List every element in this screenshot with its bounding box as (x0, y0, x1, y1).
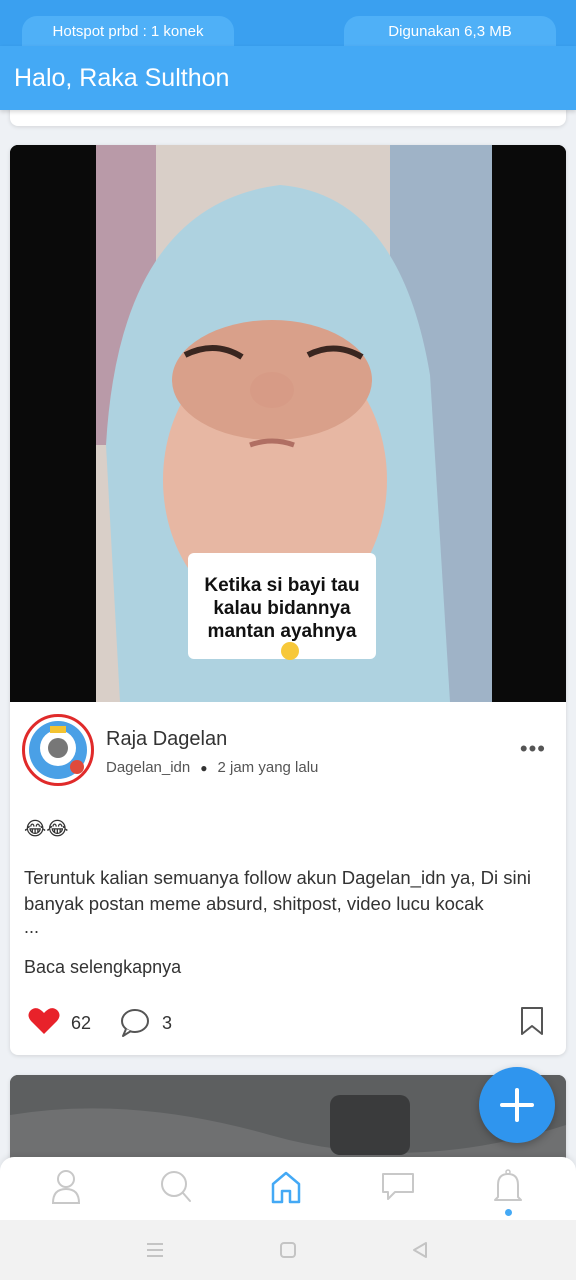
search-icon[interactable] (156, 1167, 196, 1207)
bottom-navigation (0, 1157, 576, 1220)
bell-icon[interactable] (488, 1167, 528, 1207)
image-caption-line-3: mantan ayahnya (208, 621, 357, 642)
post-card[interactable]: Ketika si bayi tau kalau bidannya mantan… (10, 145, 566, 1055)
like-count: 62 (71, 1013, 92, 1033)
author-name[interactable]: Raja Dagelan (106, 728, 227, 751)
greeting-title: Halo, Raka Sulthon (14, 63, 230, 92)
post-meta: Dagelan_idn ● 2 jam yang lalu (106, 759, 318, 776)
author-avatar[interactable] (22, 714, 94, 786)
meta-separator: ● (200, 760, 208, 775)
app-header: Halo, Raka Sulthon (0, 46, 576, 110)
post-emoji: 😂😂 (24, 819, 69, 840)
notification-dot (505, 1209, 512, 1216)
comment-icon[interactable] (120, 1009, 150, 1042)
chat-icon[interactable] (378, 1167, 418, 1207)
like-icon[interactable] (28, 1007, 60, 1040)
image-caption-line-2: kalau bidannya (213, 598, 351, 619)
bookmark-icon[interactable] (520, 1007, 544, 1040)
home-system-icon[interactable] (276, 1238, 300, 1262)
post-ellipsis: ... (24, 917, 40, 937)
plus-icon (500, 1088, 534, 1122)
status-strip: Hotspot prbd : 1 konek Digunakan 6,3 MB (0, 0, 576, 46)
add-post-button[interactable] (479, 1067, 555, 1143)
more-options-icon[interactable]: ••• (520, 736, 546, 762)
image-caption-line-1: Ketika si bayi tau (204, 575, 359, 596)
author-username[interactable]: Dagelan_idn (106, 759, 190, 776)
post-time: 2 jam yang lalu (217, 759, 319, 776)
hotspot-status: Hotspot prbd : 1 konek (22, 16, 234, 46)
post-author-row: Raja Dagelan Dagelan_idn ● 2 jam yang la… (22, 714, 554, 794)
post-text: Teruntuk kalian semuanya follow akun Dag… (24, 867, 531, 914)
data-usage-status: Digunakan 6,3 MB (344, 16, 556, 46)
home-icon[interactable] (266, 1167, 306, 1207)
recent-apps-icon[interactable] (143, 1238, 167, 1262)
post-actions: 62 3 (24, 1003, 554, 1043)
read-more-link[interactable]: Baca selengkapnya (24, 957, 181, 978)
post-image[interactable]: Ketika si bayi tau kalau bidannya mantan… (10, 145, 566, 702)
comment-count: 3 (162, 1013, 173, 1033)
system-navigation (0, 1220, 576, 1280)
profile-icon[interactable] (46, 1167, 86, 1207)
back-icon[interactable] (408, 1238, 432, 1262)
